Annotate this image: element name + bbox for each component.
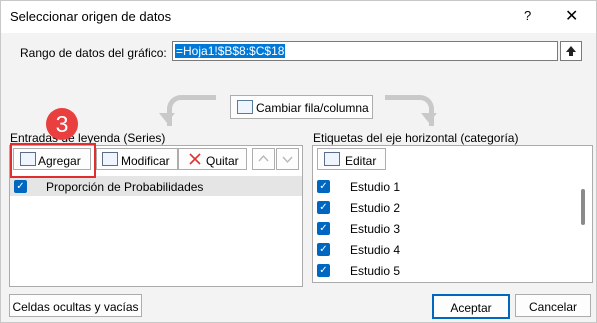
edit-series-label: Modificar	[121, 154, 170, 168]
up-arrow-icon	[566, 46, 576, 56]
chart-data-range-input[interactable]: =Hoja1!$B$8:$C$18	[172, 41, 558, 61]
category-checkbox[interactable]: ✓	[317, 180, 330, 193]
left-arrow-head-icon	[159, 113, 175, 123]
remove-series-button[interactable]: Quitar	[178, 148, 247, 170]
category-checkbox[interactable]: ✓	[317, 264, 330, 277]
cancel-label: Cancelar	[528, 300, 578, 314]
cancel-button[interactable]: Cancelar	[515, 294, 591, 317]
category-panel: Editar ✓ Estudio 1 ✓ Estudio 2 ✓ Estudio…	[312, 145, 593, 283]
remove-x-icon	[189, 153, 201, 165]
edit-categories-button[interactable]: Editar	[317, 148, 386, 170]
category-label: Estudio 3	[350, 222, 401, 236]
chart-data-range-label: Rango de datos del gráfico:	[20, 46, 167, 60]
category-label: Estudio 2	[350, 201, 401, 215]
collapse-range-button[interactable]	[560, 41, 582, 61]
category-checkbox[interactable]: ✓	[317, 201, 330, 214]
edit-series-icon	[102, 152, 118, 166]
category-label: Estudio 5	[350, 264, 401, 278]
remove-series-label: Quitar	[206, 154, 239, 168]
category-item[interactable]: ✓ Estudio 2	[313, 197, 573, 217]
series-item-row[interactable]: ✓ Proporción de Probabilidades	[10, 176, 302, 196]
switch-row-column-button[interactable]: Cambiar fila/columna	[230, 95, 373, 119]
category-label: Estudio 4	[350, 243, 401, 257]
chevron-up-icon	[258, 154, 269, 162]
category-checkbox[interactable]: ✓	[317, 243, 330, 256]
edit-categories-label: Editar	[345, 154, 377, 168]
category-checkbox[interactable]: ✓	[317, 222, 330, 235]
step-badge: 3	[46, 108, 78, 140]
category-label: Estudio 1	[350, 180, 401, 194]
category-item[interactable]: ✓ Estudio 3	[313, 218, 573, 238]
category-axis-heading: Etiquetas del eje horizontal (categoría)	[313, 131, 519, 145]
ok-button[interactable]: Aceptar	[432, 294, 510, 319]
hidden-empty-cells-label: Celdas ocultas y vacías	[12, 300, 139, 314]
move-up-button[interactable]	[252, 148, 275, 170]
select-data-source-dialog: Seleccionar origen de datos ? ✕ Rango de…	[0, 0, 597, 323]
ok-label: Aceptar	[450, 301, 492, 315]
chart-data-range-value: =Hoja1!$B$8:$C$18	[175, 44, 286, 58]
switch-row-column-label: Cambiar fila/columna	[256, 101, 369, 115]
title-bar: Seleccionar origen de datos ? ✕	[1, 1, 596, 33]
category-item[interactable]: ✓ Estudio 5	[313, 260, 573, 280]
category-item[interactable]: ✓ Estudio 1	[313, 176, 573, 196]
add-button-highlight	[10, 143, 96, 178]
category-item[interactable]: ✓ Estudio 4	[313, 239, 573, 259]
series-item-label: Proporción de Probabilidades	[46, 180, 204, 194]
dialog-title: Seleccionar origen de datos	[10, 9, 172, 24]
edit-series-button[interactable]: Modificar	[96, 148, 178, 170]
help-button[interactable]: ?	[524, 8, 531, 23]
chevron-down-icon	[282, 156, 293, 164]
hidden-empty-cells-button[interactable]: Celdas ocultas y vacías	[9, 294, 142, 317]
close-button[interactable]: ✕	[565, 6, 578, 26]
category-scroll-thumb[interactable]	[581, 189, 585, 225]
move-down-button[interactable]	[276, 148, 299, 170]
right-arrow-head-icon	[421, 113, 437, 123]
category-scrollbar[interactable]	[577, 173, 590, 277]
edit-categories-icon	[324, 152, 340, 166]
series-item-checkbox[interactable]: ✓	[14, 180, 27, 193]
switch-row-column-icon	[237, 100, 253, 114]
